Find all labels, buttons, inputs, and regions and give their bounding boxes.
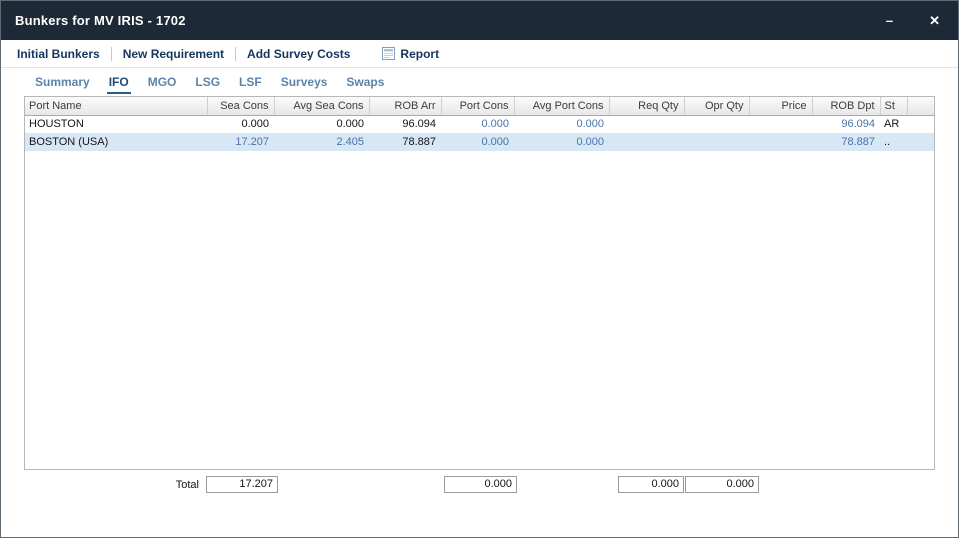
col-header-avg-sea-cons[interactable]: Avg Sea Cons xyxy=(274,97,369,115)
cell-avg-sea-cons[interactable]: 0.000 xyxy=(274,115,369,133)
minimize-button[interactable]: – xyxy=(886,14,893,27)
cell-opr-qty[interactable] xyxy=(684,133,749,151)
cell-filler xyxy=(907,133,934,151)
col-header-opr-qty[interactable]: Opr Qty xyxy=(684,97,749,115)
totals-label: Total xyxy=(119,479,199,491)
cell-port-name[interactable]: BOSTON (USA) xyxy=(25,133,207,151)
total-opr-qty: 0.000 xyxy=(685,476,759,493)
report-link[interactable]: Report xyxy=(400,47,439,61)
table-row-boston[interactable]: BOSTON (USA) 17.207 2.405 78.887 0.000 0… xyxy=(25,133,934,151)
cell-req-qty[interactable] xyxy=(609,115,684,133)
report-icon xyxy=(382,47,395,60)
total-sea-cons: 17.207 xyxy=(206,476,278,493)
table-body: HOUSTON 0.000 0.000 96.094 0.000 0.000 9… xyxy=(25,115,934,151)
tab-lsg[interactable]: LSG xyxy=(193,72,222,94)
col-header-req-qty[interactable]: Req Qty xyxy=(609,97,684,115)
col-header-sea-cons[interactable]: Sea Cons xyxy=(207,97,274,115)
cell-avg-sea-cons[interactable]: 2.405 xyxy=(274,133,369,151)
cell-port-name[interactable]: HOUSTON xyxy=(25,115,207,133)
total-port-cons: 0.000 xyxy=(444,476,517,493)
tab-summary[interactable]: Summary xyxy=(33,72,92,94)
tab-surveys[interactable]: Surveys xyxy=(279,72,330,94)
col-header-price[interactable]: Price xyxy=(749,97,812,115)
cell-rob-dpt[interactable]: 96.094 xyxy=(812,115,880,133)
col-header-st[interactable]: St xyxy=(880,97,907,115)
cell-rob-arr[interactable]: 78.887 xyxy=(369,133,441,151)
cell-price[interactable] xyxy=(749,115,812,133)
cell-st[interactable]: AR xyxy=(880,115,907,133)
tab-mgo[interactable]: MGO xyxy=(146,72,179,94)
total-req-qty: 0.000 xyxy=(618,476,684,493)
col-header-rob-arr[interactable]: ROB Arr xyxy=(369,97,441,115)
titlebar: Bunkers for MV IRIS - 1702 – ✕ xyxy=(1,1,958,40)
tab-bar: Summary IFO MGO LSG LSF Surveys Swaps xyxy=(1,68,958,94)
initial-bunkers-link[interactable]: Initial Bunkers xyxy=(17,47,100,61)
col-header-rob-dpt[interactable]: ROB Dpt xyxy=(812,97,880,115)
col-header-port-cons[interactable]: Port Cons xyxy=(441,97,514,115)
report-group[interactable]: Report xyxy=(382,47,439,61)
table-header: Port Name Sea Cons Avg Sea Cons ROB Arr … xyxy=(25,97,934,115)
cell-filler xyxy=(907,115,934,133)
cell-rob-arr[interactable]: 96.094 xyxy=(369,115,441,133)
bunkers-table: Port Name Sea Cons Avg Sea Cons ROB Arr … xyxy=(25,97,934,151)
close-button[interactable]: ✕ xyxy=(929,14,940,27)
bunkers-grid: Port Name Sea Cons Avg Sea Cons ROB Arr … xyxy=(24,96,935,470)
toolbar-divider xyxy=(111,47,112,61)
cell-req-qty[interactable] xyxy=(609,133,684,151)
toolbar: Initial Bunkers New Requirement Add Surv… xyxy=(1,40,958,68)
window-title: Bunkers for MV IRIS - 1702 xyxy=(15,13,886,28)
tab-lsf[interactable]: LSF xyxy=(237,72,264,94)
new-requirement-link[interactable]: New Requirement xyxy=(123,47,224,61)
table-row-houston[interactable]: HOUSTON 0.000 0.000 96.094 0.000 0.000 9… xyxy=(25,115,934,133)
cell-avg-port-cons[interactable]: 0.000 xyxy=(514,115,609,133)
add-survey-costs-link[interactable]: Add Survey Costs xyxy=(247,47,350,61)
cell-avg-port-cons[interactable]: 0.000 xyxy=(514,133,609,151)
col-header-filler xyxy=(907,97,934,115)
window-controls: – ✕ xyxy=(886,14,946,27)
tab-ifo[interactable]: IFO xyxy=(107,72,131,94)
cell-sea-cons[interactable]: 17.207 xyxy=(207,133,274,151)
col-header-port-name[interactable]: Port Name xyxy=(25,97,207,115)
cell-price[interactable] xyxy=(749,133,812,151)
cell-st[interactable]: .. xyxy=(880,133,907,151)
cell-sea-cons[interactable]: 0.000 xyxy=(207,115,274,133)
totals-row: Total 17.207 0.000 0.000 0.000 xyxy=(1,476,958,494)
cell-port-cons[interactable]: 0.000 xyxy=(441,133,514,151)
tab-swaps[interactable]: Swaps xyxy=(344,72,386,94)
cell-opr-qty[interactable] xyxy=(684,115,749,133)
cell-rob-dpt[interactable]: 78.887 xyxy=(812,133,880,151)
toolbar-divider xyxy=(235,47,236,61)
col-header-avg-port-cons[interactable]: Avg Port Cons xyxy=(514,97,609,115)
cell-port-cons[interactable]: 0.000 xyxy=(441,115,514,133)
bunkers-window: Bunkers for MV IRIS - 1702 – ✕ Initial B… xyxy=(0,0,959,538)
